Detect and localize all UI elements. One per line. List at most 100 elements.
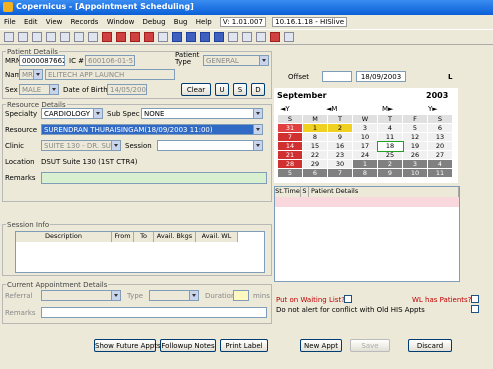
open-icon[interactable]	[18, 32, 28, 42]
print-label-button[interactable]: Print Label	[220, 339, 268, 352]
col-to[interactable]: To	[134, 232, 154, 242]
calendar-day[interactable]: 9	[377, 168, 403, 178]
calendar-day[interactable]: 10	[402, 168, 428, 178]
menu-debug[interactable]: Debug	[143, 18, 166, 26]
menu-edit[interactable]: Edit	[24, 18, 38, 26]
calendar-day[interactable]: 7	[327, 168, 353, 178]
col-patient-details[interactable]: Patient Details	[309, 187, 459, 197]
referral-select[interactable]	[41, 290, 121, 301]
calendar-day[interactable]: 3	[352, 123, 378, 133]
calendar-day[interactable]: 14	[277, 141, 303, 151]
col-st-time[interactable]: St.Time	[275, 187, 301, 197]
calendar-day[interactable]: 17	[352, 141, 378, 151]
calendar-day[interactable]: 6	[427, 123, 453, 133]
calendar-day[interactable]: 8	[352, 168, 378, 178]
title-select[interactable]: MR	[19, 69, 43, 80]
calendar-day[interactable]: 5	[402, 123, 428, 133]
calendar-day[interactable]: 26	[402, 150, 428, 160]
stop-icon[interactable]	[270, 32, 280, 42]
calendar-day[interactable]: 30	[327, 159, 353, 169]
calendar-day[interactable]: 4	[377, 123, 403, 133]
menu-window[interactable]: Window	[107, 18, 135, 26]
col-description[interactable]: Description	[16, 232, 112, 242]
waiting-list-checkbox[interactable]	[344, 295, 352, 303]
menu-file[interactable]: File	[4, 18, 16, 26]
calendar-day[interactable]: 25	[377, 150, 403, 160]
u-button[interactable]: U	[215, 83, 229, 96]
menu-view[interactable]: View	[46, 18, 63, 26]
next-year-button[interactable]: Y►	[428, 105, 438, 113]
clear-button[interactable]: Clear	[181, 83, 211, 96]
appt-remarks-field[interactable]	[41, 307, 267, 318]
filter-icon[interactable]	[158, 32, 168, 42]
calendar-day[interactable]: 2	[327, 123, 353, 133]
col-avail-bkgs[interactable]: Avail. Bkgs	[154, 232, 196, 242]
calendar-day[interactable]: 3	[402, 159, 428, 169]
calendar-day[interactable]: 4	[427, 159, 453, 169]
calendar-day[interactable]: 27	[427, 150, 453, 160]
calendar-day[interactable]: 29	[302, 159, 328, 169]
calendar-day[interactable]: 31	[277, 123, 303, 133]
specialty-select[interactable]: CARDIOLOGY	[41, 108, 103, 119]
calendar-day[interactable]: 7	[277, 132, 303, 142]
calendar-day[interactable]: 10	[352, 132, 378, 142]
prev-month-button[interactable]: ◄M	[326, 105, 337, 113]
clinic-select[interactable]: SUITE 130 - DR. SUF	[41, 140, 121, 151]
calendar-day[interactable]: 19	[402, 141, 428, 151]
calendar-day[interactable]: 21	[277, 150, 303, 160]
search-icon[interactable]	[172, 32, 182, 42]
paste-icon[interactable]	[74, 32, 84, 42]
first-record-icon[interactable]	[102, 32, 112, 42]
calendar-day[interactable]: 23	[327, 150, 353, 160]
offset-field[interactable]	[322, 71, 352, 82]
patient-type-select[interactable]: GENERAL	[203, 55, 269, 66]
new-icon[interactable]	[4, 32, 14, 42]
type-select[interactable]	[149, 290, 199, 301]
next-record-icon[interactable]	[130, 32, 140, 42]
zoom-icon[interactable]	[214, 32, 224, 42]
calendar-day[interactable]: 5	[277, 168, 303, 178]
refresh-icon[interactable]	[228, 32, 238, 42]
sex-select[interactable]: MALE	[19, 84, 59, 95]
no-alert-checkbox[interactable]	[471, 305, 479, 313]
calendar-day[interactable]: 11	[427, 168, 453, 178]
calendar-day[interactable]: 11	[377, 132, 403, 142]
cut-icon[interactable]	[46, 32, 56, 42]
menu-records[interactable]: Records	[71, 18, 99, 26]
offset-l-button[interactable]: L	[448, 73, 452, 81]
col-from[interactable]: From	[112, 232, 134, 242]
calendar-day[interactable]: 9	[327, 132, 353, 142]
exit-icon[interactable]	[284, 32, 294, 42]
calendar-day[interactable]: 6	[302, 168, 328, 178]
save-button[interactable]: Save	[350, 339, 390, 352]
col-avail-wl[interactable]: Avail. WL	[196, 232, 238, 242]
duration-field[interactable]	[233, 290, 249, 301]
calendar-day[interactable]: 13	[427, 132, 453, 142]
discard-button[interactable]: Discard	[408, 339, 452, 352]
sub-spec-select[interactable]: NONE	[141, 108, 263, 119]
menu-help[interactable]: Help	[196, 18, 212, 26]
ic-field[interactable]: 600106-01-512	[85, 55, 135, 66]
menu-bug[interactable]: Bug	[174, 18, 188, 26]
copy-icon[interactable]	[60, 32, 70, 42]
wl-patients-checkbox[interactable]	[471, 295, 479, 303]
calendar-day[interactable]: 24	[352, 150, 378, 160]
session-info-table[interactable]: Description From To Avail. Bkgs Avail. W…	[15, 231, 265, 273]
mrn-field[interactable]: 0000087662	[19, 55, 65, 66]
print-icon[interactable]	[256, 32, 266, 42]
calendar-day[interactable]: 20	[427, 141, 453, 151]
col-status[interactable]: S	[301, 187, 309, 197]
calendar-day[interactable]: 16	[327, 141, 353, 151]
calendar-day[interactable]: 28	[277, 159, 303, 169]
resource-select[interactable]: SURENDRAN THURAISINGAM(18/09/2003 11:00)	[41, 124, 263, 135]
s-button[interactable]: S	[233, 83, 247, 96]
calendar-day[interactable]: 1	[302, 123, 328, 133]
calendar-day[interactable]: 18	[376, 140, 404, 152]
last-record-icon[interactable]	[144, 32, 154, 42]
search-next-icon[interactable]	[186, 32, 196, 42]
show-future-appts-button[interactable]: Show Future Appts	[94, 339, 161, 352]
session-select[interactable]	[157, 140, 263, 151]
appointment-row-highlight[interactable]	[275, 197, 459, 207]
list-icon[interactable]	[32, 32, 42, 42]
followup-notes-button[interactable]: Followup Notes	[160, 339, 216, 352]
